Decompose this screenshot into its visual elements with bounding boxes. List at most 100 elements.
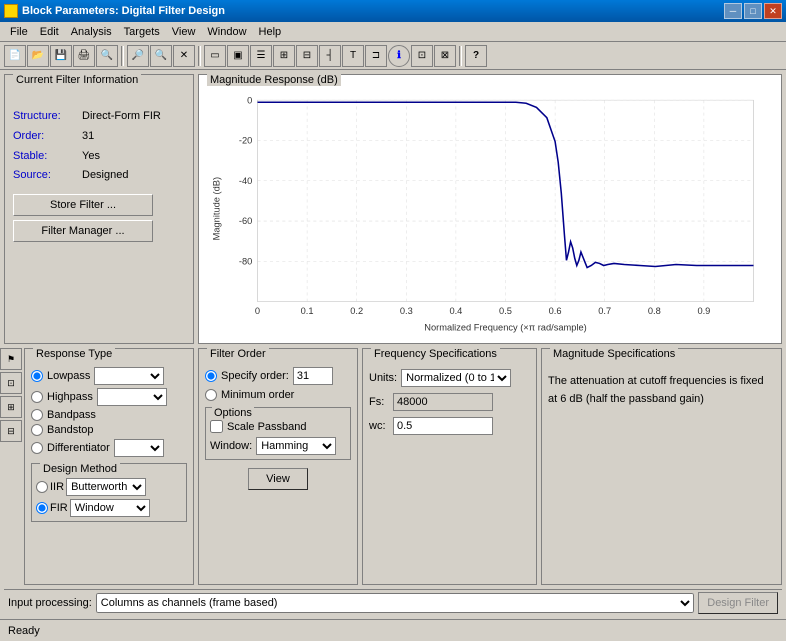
- wc-label: wc:: [369, 420, 389, 432]
- magnitude-chart: 0 -20 -40 -60 -80 Magnitude (dB) 0 0.1 0…: [207, 95, 773, 343]
- units-dropdown[interactable]: Normalized (0 to 1): [401, 369, 511, 387]
- menu-file[interactable]: File: [4, 24, 34, 40]
- specify-order-radio[interactable]: [205, 370, 217, 382]
- menu-analysis[interactable]: Analysis: [65, 24, 118, 40]
- window-dropdown[interactable]: Hamming: [256, 437, 336, 455]
- side-icon-2[interactable]: ⊡: [0, 372, 22, 394]
- input-processing-dropdown[interactable]: Columns as channels (frame based): [96, 593, 694, 613]
- view-button[interactable]: View: [248, 468, 308, 490]
- minimum-order-radio[interactable]: [205, 389, 217, 401]
- help-button[interactable]: ?: [465, 45, 487, 67]
- side-icon-1[interactable]: ⚑: [0, 348, 22, 370]
- status-bar: Ready: [0, 619, 786, 641]
- store-filter-button[interactable]: Store Filter ...: [13, 194, 153, 216]
- menu-view[interactable]: View: [166, 24, 202, 40]
- grid-button[interactable]: ⊞: [273, 45, 295, 67]
- iir-radio[interactable]: [36, 481, 48, 493]
- order-value-input[interactable]: [293, 367, 333, 385]
- svg-text:0.7: 0.7: [598, 306, 611, 316]
- design-method-title: Design Method: [40, 463, 120, 475]
- new-button[interactable]: 📄: [4, 45, 26, 67]
- mag-button[interactable]: 🔍: [96, 45, 118, 67]
- svg-text:0.2: 0.2: [350, 306, 363, 316]
- differentiator-dropdown[interactable]: [114, 439, 164, 457]
- differentiator-radio[interactable]: [31, 442, 43, 454]
- svg-text:-80: -80: [239, 256, 252, 266]
- filter-info-title: Current Filter Information: [13, 74, 141, 86]
- full-view-button[interactable]: ⊡: [411, 45, 433, 67]
- filter-info-panel: Current Filter Information Structure: Di…: [4, 74, 194, 344]
- fir-radio[interactable]: [36, 502, 48, 514]
- svg-text:0.4: 0.4: [449, 306, 462, 316]
- toolbar-sep-2: [198, 46, 201, 66]
- design-filter-button[interactable]: Design Filter: [698, 592, 778, 614]
- title-bar: Block Parameters: Digital Filter Design …: [0, 0, 786, 22]
- open-button[interactable]: 📂: [27, 45, 49, 67]
- stable-value: Yes: [82, 147, 100, 167]
- highpass-label: Highpass: [47, 391, 93, 403]
- highpass-dropdown[interactable]: [97, 388, 167, 406]
- magnitude-title: Magnitude Response (dB): [207, 74, 341, 86]
- svg-text:-60: -60: [239, 216, 252, 226]
- cursor-button[interactable]: ┤: [319, 45, 341, 67]
- pan-button[interactable]: ☰: [250, 45, 272, 67]
- menu-targets[interactable]: Targets: [118, 24, 166, 40]
- lowpass-dropdown[interactable]: [94, 367, 164, 385]
- iir-label: IIR: [50, 481, 64, 493]
- lowpass-radio[interactable]: [31, 370, 43, 382]
- scale-passband-label: Scale Passband: [227, 421, 307, 433]
- snap-button[interactable]: ⊟: [296, 45, 318, 67]
- svg-text:0.6: 0.6: [549, 306, 562, 316]
- order-value: 31: [82, 127, 94, 147]
- t-button[interactable]: T: [342, 45, 364, 67]
- mag-spec-text: The attenuation at cutoff frequencies is…: [548, 373, 775, 408]
- bandstop-radio[interactable]: [31, 424, 43, 436]
- svg-text:0: 0: [255, 306, 260, 316]
- bandpass-radio[interactable]: [31, 409, 43, 421]
- svg-text:0.9: 0.9: [697, 306, 710, 316]
- maximize-button[interactable]: □: [744, 3, 762, 19]
- iir-type-dropdown[interactable]: Butterworth: [66, 478, 146, 496]
- info-button[interactable]: ℹ: [388, 45, 410, 67]
- menu-help[interactable]: Help: [253, 24, 288, 40]
- structure-value: Direct-Form FIR: [82, 107, 161, 127]
- magnitude-panel: Magnitude Response (dB): [198, 74, 782, 344]
- close-button[interactable]: ✕: [764, 3, 782, 19]
- select-button[interactable]: ▭: [204, 45, 226, 67]
- window-label: Window:: [210, 440, 252, 452]
- toolbar-sep-1: [121, 46, 124, 66]
- wc-input[interactable]: [393, 417, 493, 435]
- minimize-button[interactable]: ─: [724, 3, 742, 19]
- side-icon-3[interactable]: ⊞: [0, 396, 22, 418]
- fir-type-dropdown[interactable]: Window: [70, 499, 150, 517]
- structure-label: Structure:: [13, 107, 78, 127]
- link-button[interactable]: ⊠: [434, 45, 456, 67]
- svg-text:0.1: 0.1: [301, 306, 314, 316]
- svg-text:-20: -20: [239, 136, 252, 146]
- svg-text:0.5: 0.5: [499, 306, 512, 316]
- response-type-title: Response Type: [33, 348, 115, 360]
- zoom-region-button[interactable]: ▣: [227, 45, 249, 67]
- data-button[interactable]: ⊐: [365, 45, 387, 67]
- zoom-reset-button[interactable]: ✕: [173, 45, 195, 67]
- units-label: Units:: [369, 372, 397, 384]
- bandstop-label: Bandstop: [47, 424, 93, 436]
- scale-passband-checkbox[interactable]: [210, 420, 223, 433]
- svg-text:0: 0: [247, 95, 252, 105]
- window-icon: [4, 4, 18, 18]
- filter-manager-button[interactable]: Filter Manager ...: [13, 220, 153, 242]
- svg-text:0.3: 0.3: [400, 306, 413, 316]
- menu-window[interactable]: Window: [201, 24, 252, 40]
- stable-label: Stable:: [13, 147, 78, 167]
- status-text: Ready: [8, 625, 40, 637]
- side-icon-4[interactable]: ⊟: [0, 420, 22, 442]
- bottom-controls: Input processing: Columns as channels (f…: [4, 589, 782, 615]
- source-label: Source:: [13, 166, 78, 186]
- print-button[interactable]: 🖨: [73, 45, 95, 67]
- zoom-out-button[interactable]: 🔍: [150, 45, 172, 67]
- save-button[interactable]: 💾: [50, 45, 72, 67]
- highpass-radio[interactable]: [31, 391, 43, 403]
- menu-edit[interactable]: Edit: [34, 24, 65, 40]
- specify-order-label: Specify order:: [221, 370, 289, 382]
- zoom-in-button[interactable]: 🔎: [127, 45, 149, 67]
